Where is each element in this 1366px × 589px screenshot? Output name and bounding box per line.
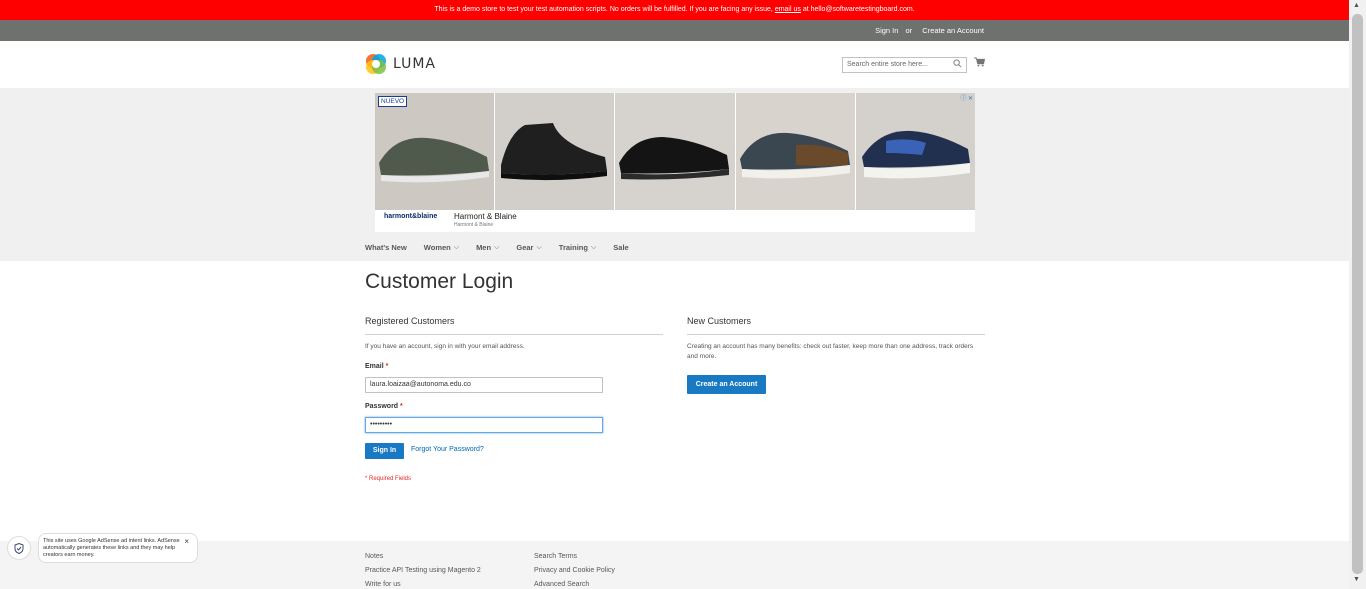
footer-link-write-for-us[interactable]: Write for us bbox=[365, 578, 481, 589]
ad-subtitle: Harmont & Blaine bbox=[454, 222, 494, 228]
scrollbar-thumb[interactable] bbox=[1352, 14, 1363, 574]
chevron-down-icon: ⌵ bbox=[590, 243, 597, 251]
panel-header: Sign In or Create an Account bbox=[0, 20, 1349, 41]
create-account-button[interactable]: Create an Account bbox=[687, 375, 766, 394]
registered-customers-title: Registered Customers bbox=[365, 316, 663, 335]
scroll-down-arrow-icon[interactable]: ▼ bbox=[1353, 576, 1360, 583]
ad-product-5[interactable]: ⓘ ✕ bbox=[855, 93, 976, 210]
email-field[interactable]: laura.loaizaa@autonoma.edu.co bbox=[365, 377, 603, 393]
demo-notice-link[interactable]: email us bbox=[775, 6, 801, 13]
demo-notice-text: This is a demo store to test your test a… bbox=[434, 6, 773, 13]
nav-label: Sale bbox=[613, 243, 629, 252]
ad-choices-icon[interactable]: ⓘ ✕ bbox=[960, 93, 973, 102]
main-navigation: What's New Women ⌵ Men ⌵ Gear ⌵ Training ⌵ S… bbox=[365, 243, 646, 252]
ad-product-4[interactable] bbox=[735, 93, 855, 210]
demo-notice-banner: This is a demo store to test your test a… bbox=[0, 0, 1349, 20]
required-fields-note: * Required Fields bbox=[365, 476, 412, 482]
or-separator: or bbox=[905, 26, 913, 35]
footer-link-privacy[interactable]: Privacy and Cookie Policy bbox=[534, 564, 615, 578]
footer-link-advanced-search[interactable]: Advanced Search bbox=[534, 578, 615, 589]
required-mark: * bbox=[385, 363, 389, 370]
new-customers-note: Creating an account has many benefits: c… bbox=[687, 343, 974, 360]
search-input[interactable]: Search entire store here... bbox=[842, 57, 967, 73]
footer-link-api-testing[interactable]: Practice API Testing using Magento 2 bbox=[365, 564, 481, 578]
password-label-text: Password bbox=[365, 403, 399, 410]
shield-icon[interactable] bbox=[7, 536, 31, 560]
demo-notice-email: at hello@softwaretestingboard.com. bbox=[802, 6, 915, 13]
nav-item-women[interactable]: Women ⌵ bbox=[424, 243, 459, 252]
forgot-password-link[interactable]: Forgot Your Password? bbox=[411, 446, 484, 453]
adsense-notice-card: This site uses Google AdSense ad intent … bbox=[38, 533, 198, 563]
nav-item-sale[interactable]: Sale bbox=[613, 243, 628, 252]
nav-label: Men bbox=[476, 243, 492, 252]
footer-link-search-terms[interactable]: Search Terms bbox=[534, 550, 615, 564]
required-mark: * bbox=[400, 403, 403, 410]
email-value: laura.loaizaa@autonoma.edu.co bbox=[370, 381, 471, 388]
shield-check-icon bbox=[14, 542, 24, 554]
adsense-notice: This site uses Google AdSense ad intent … bbox=[7, 533, 198, 563]
password-field[interactable]: ••••••••• bbox=[365, 417, 603, 433]
ad-images: NUEVO ⓘ ✕ bbox=[375, 93, 976, 210]
nav-item-whats-new[interactable]: What's New bbox=[365, 243, 407, 252]
close-icon[interactable]: × bbox=[184, 538, 189, 546]
search-icon[interactable] bbox=[953, 59, 962, 68]
nav-item-gear[interactable]: Gear ⌵ bbox=[516, 243, 541, 252]
email-label: Email * bbox=[365, 363, 388, 370]
product-ad[interactable]: NUEVO ⓘ ✕ harmont&blaine Harmont & Blain… bbox=[375, 93, 976, 232]
page-title: Customer Login bbox=[365, 270, 514, 293]
sneaker-image bbox=[861, 130, 970, 179]
logo-text: LUMA bbox=[393, 56, 437, 72]
create-account-link[interactable]: Create an Account bbox=[922, 26, 984, 35]
ad-product-2[interactable] bbox=[495, 93, 615, 210]
ad-and-nav-band: NUEVO ⓘ ✕ harmont&blaine Harmont & Blain… bbox=[0, 88, 1349, 261]
nav-label: Training bbox=[558, 243, 588, 252]
new-badge: NUEVO bbox=[378, 96, 408, 107]
site-footer: Notes Practice API Testing using Magento… bbox=[0, 541, 1349, 589]
site-header: LUMA Search entire store here... bbox=[0, 41, 1349, 88]
sign-in-button[interactable]: Sign In bbox=[365, 443, 404, 459]
footer-links-col-2: Search Terms Privacy and Cookie Policy A… bbox=[534, 550, 615, 589]
chevron-down-icon: ⌵ bbox=[536, 243, 542, 251]
email-label-text: Email bbox=[365, 363, 384, 370]
chevron-down-icon: ⌵ bbox=[494, 243, 500, 251]
account-links: Sign In or Create an Account bbox=[872, 20, 984, 41]
ad-brand-logo: harmont&blaine bbox=[384, 213, 438, 220]
password-value: ••••••••• bbox=[370, 421, 393, 428]
chevron-down-icon: ⌵ bbox=[453, 243, 460, 251]
footer-link-notes[interactable]: Notes bbox=[365, 550, 481, 564]
nav-item-men[interactable]: Men ⌵ bbox=[476, 243, 499, 252]
ad-product-3[interactable] bbox=[615, 93, 735, 210]
nav-label: Gear bbox=[516, 243, 534, 252]
nav-label: Women bbox=[423, 243, 451, 252]
ad-footer: harmont&blaine Harmont & Blaine Harmont … bbox=[375, 210, 975, 232]
footer-links-col-1: Notes Practice API Testing using Magento… bbox=[365, 550, 481, 589]
new-customers-title: New Customers bbox=[687, 316, 985, 335]
scroll-up-arrow-icon[interactable]: ▲ bbox=[1353, 2, 1360, 9]
sneaker-image bbox=[619, 137, 730, 180]
password-label: Password * bbox=[365, 403, 403, 410]
nav-label: What's New bbox=[365, 243, 407, 252]
search-placeholder: Search entire store here... bbox=[847, 61, 928, 68]
adsense-notice-text: This site uses Google AdSense ad intent … bbox=[43, 538, 180, 558]
page-scrollbar[interactable]: ▲ ▼ bbox=[1349, 0, 1366, 589]
ad-product-1[interactable]: NUEVO bbox=[375, 93, 495, 210]
cart-icon[interactable] bbox=[974, 57, 985, 67]
sign-in-link[interactable]: Sign In bbox=[875, 26, 898, 35]
luma-logo-icon bbox=[366, 54, 386, 74]
sneaker-image bbox=[739, 132, 850, 179]
sneaker-image bbox=[379, 137, 489, 183]
ad-title[interactable]: Harmont & Blaine bbox=[454, 212, 517, 221]
logo[interactable]: LUMA bbox=[365, 53, 436, 75]
registered-note: If you have an account, sign in with you… bbox=[365, 343, 525, 350]
nav-item-training[interactable]: Training ⌵ bbox=[559, 243, 596, 252]
boot-image bbox=[501, 123, 608, 181]
